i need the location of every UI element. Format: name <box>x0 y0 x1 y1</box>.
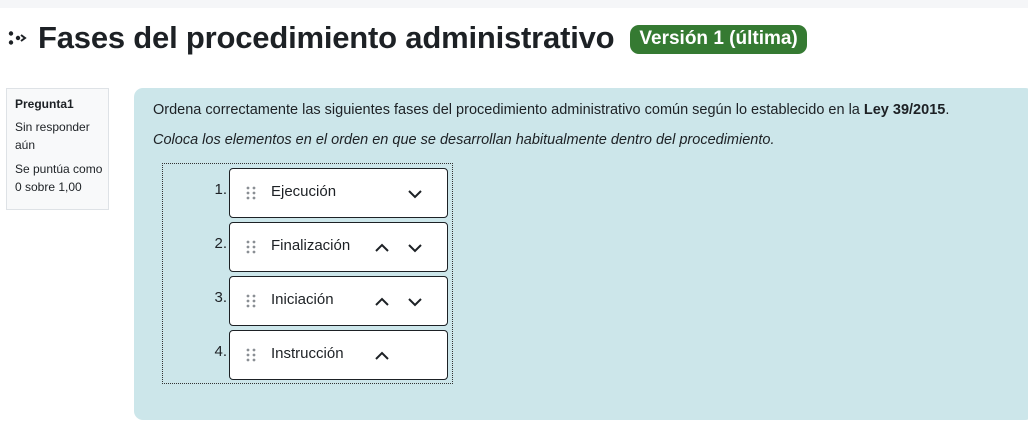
question-label: Pregunta <box>15 97 68 111</box>
question-instruction: Coloca los elementos en el orden en que … <box>153 132 775 148</box>
ordering-item-iniciacion[interactable]: Iniciación <box>229 276 448 326</box>
move-up-icon[interactable] <box>374 348 390 364</box>
law-reference: Ley 39/2015 <box>863 102 946 118</box>
item-index: 3. <box>214 289 227 306</box>
ordering-row: 2. Finalización <box>163 218 454 272</box>
item-index: 4. <box>214 343 227 360</box>
drag-handle-icon[interactable] <box>246 240 256 254</box>
item-index: 1. <box>214 181 227 198</box>
item-label: Ejecución <box>271 183 337 200</box>
ordering-row: 4. Instrucción <box>163 326 454 380</box>
move-up-icon[interactable] <box>374 294 390 310</box>
item-label: Finalización <box>271 237 351 254</box>
ordering-item-instruccion[interactable]: Instrucción <box>229 330 448 380</box>
move-down-icon[interactable] <box>407 186 423 202</box>
ordering-item-finalizacion[interactable]: Finalización <box>229 222 448 272</box>
question-number: Pregunta1 <box>15 97 108 111</box>
question-grade: Se puntúa como 0 sobre 1,00 <box>15 162 103 194</box>
move-down-icon[interactable] <box>407 294 423 310</box>
question-info-panel: Pregunta1 Sin responder aún Se puntúa co… <box>6 88 109 210</box>
move-up-icon[interactable] <box>374 240 390 256</box>
ordering-row: 1. Ejecución <box>163 164 454 218</box>
question-number-value: 1 <box>67 97 74 111</box>
page-header: Fases del procedimiento administrativo V… <box>4 16 807 60</box>
drag-handle-icon[interactable] <box>246 348 256 362</box>
question-text: Ordena correctamente las siguientes fase… <box>153 102 949 118</box>
item-label: Iniciación <box>271 291 334 308</box>
top-strip <box>0 0 1028 8</box>
item-label: Instrucción <box>271 345 344 362</box>
question-content: Ordena correctamente las siguientes fase… <box>134 88 1028 420</box>
ordering-list: 1. Ejecución 2. Finalización 3. Iniciaci… <box>162 163 453 384</box>
drag-handle-icon[interactable] <box>246 186 256 200</box>
ordering-row: 3. Iniciación <box>163 272 454 326</box>
drag-handle-icon[interactable] <box>246 294 256 308</box>
page-title: Fases del procedimiento administrativo <box>38 20 615 55</box>
item-index: 2. <box>214 235 227 252</box>
move-down-icon[interactable] <box>407 240 423 256</box>
drag-drop-question-icon <box>4 25 30 51</box>
question-text-before: Ordena correctamente las siguientes fase… <box>153 102 864 118</box>
question-text-after: . <box>945 102 950 118</box>
ordering-item-ejecucion[interactable]: Ejecución <box>229 168 448 218</box>
question-state: Sin responder aún <box>15 120 90 152</box>
version-badge: Versión 1 (última) <box>630 25 807 54</box>
